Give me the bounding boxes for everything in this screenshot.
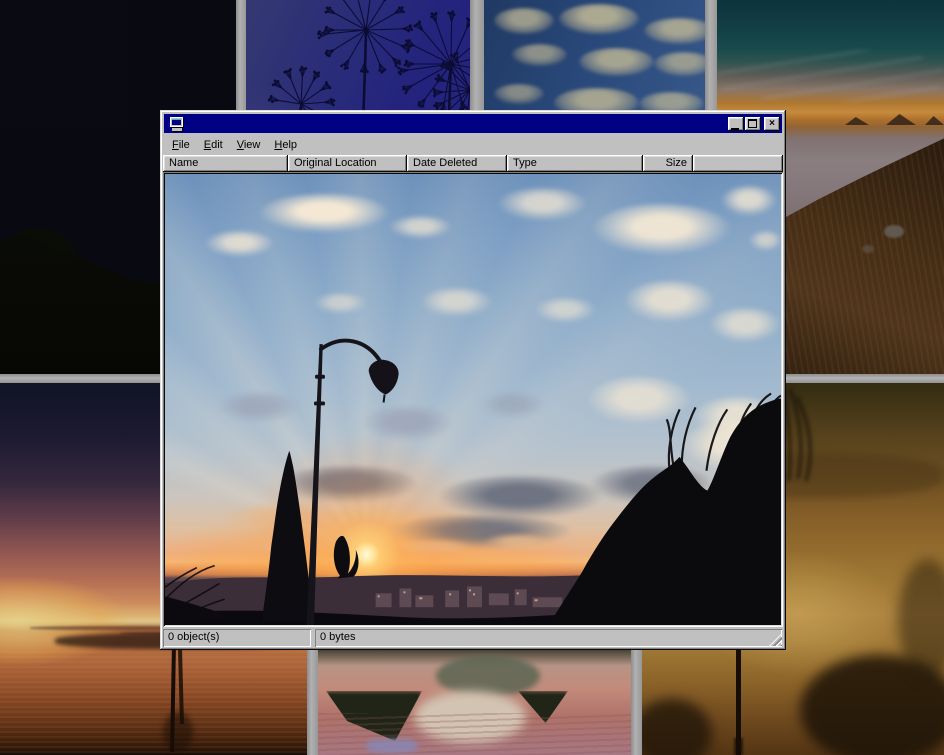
column-header-original-location[interactable]: Original Location xyxy=(288,155,407,172)
desktop-screenshot: _ × File Edit View Help Name Original Lo… xyxy=(0,0,944,755)
column-header-name[interactable]: Name xyxy=(163,155,288,172)
menu-help[interactable]: Help xyxy=(267,137,304,153)
column-header-size[interactable]: Size xyxy=(643,155,693,172)
status-object-count: 0 object(s) xyxy=(163,629,311,647)
file-list-viewport[interactable] xyxy=(163,172,783,627)
menu-edit[interactable]: Edit xyxy=(197,137,230,153)
minimize-button[interactable]: _ xyxy=(728,117,744,131)
tree-group-silhouette xyxy=(549,399,781,625)
column-header-filler[interactable] xyxy=(693,155,783,172)
sunset-lamp-photo xyxy=(165,174,781,625)
window-titlebar[interactable]: _ × xyxy=(164,114,782,133)
menu-bar: File Edit View Help xyxy=(163,134,783,154)
lamp-head xyxy=(369,360,399,395)
small-tree xyxy=(334,536,359,579)
menu-view[interactable]: View xyxy=(230,137,268,153)
column-header-row: Name Original Location Date Deleted Type… xyxy=(163,155,783,172)
close-icon: × xyxy=(764,117,780,131)
column-header-date-deleted[interactable]: Date Deleted xyxy=(407,155,507,172)
silhouette-layer xyxy=(165,174,781,625)
close-button[interactable]: × xyxy=(764,117,780,131)
minimize-icon: _ xyxy=(731,128,739,130)
cypress-tree xyxy=(262,451,314,621)
status-bar: 0 object(s) 0 bytes xyxy=(163,629,783,647)
status-byte-count: 0 bytes xyxy=(315,629,782,647)
recycle-bin-window[interactable]: _ × File Edit View Help Name Original Lo… xyxy=(160,110,786,650)
maximize-icon xyxy=(748,119,757,128)
menu-file[interactable]: File xyxy=(165,137,197,153)
window-icon[interactable] xyxy=(170,117,185,131)
column-header-type[interactable]: Type xyxy=(507,155,643,172)
maximize-button[interactable] xyxy=(745,117,761,131)
